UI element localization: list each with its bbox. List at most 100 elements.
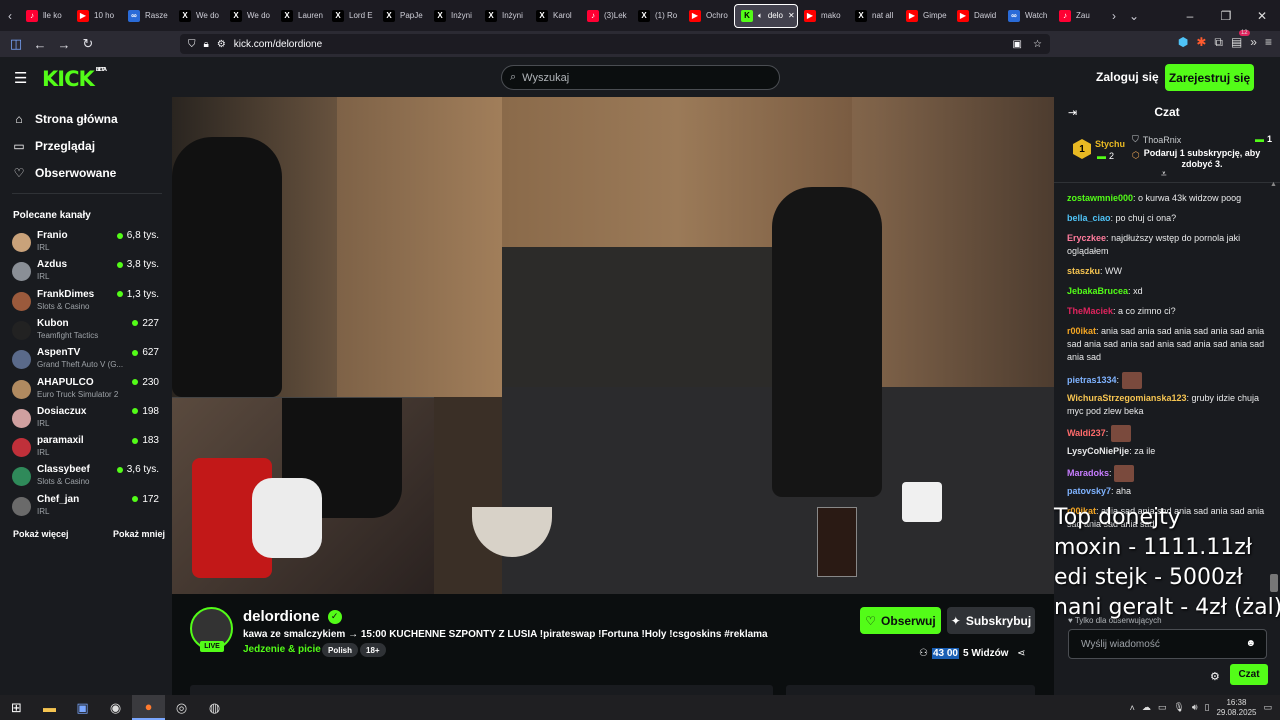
browser-tab[interactable]: ▶ Ochro [683,4,734,28]
nav-home[interactable]: ⌂ Strona główna [13,112,117,126]
browser-tab[interactable]: ∞ Watch [1002,4,1053,28]
nav-following[interactable]: ♡ Obserwowane [13,166,117,180]
chat-send-button[interactable]: Czat [1230,664,1268,685]
url-bar[interactable]: ⛉ 🔒︎ ⚙︎ kick.com/delordione ▣ ☆ [180,34,1050,54]
kick-logo[interactable]: KICK BETA [42,67,107,91]
tab-scroll-left-icon[interactable]: ‹ [0,9,20,23]
channel-item[interactable]: Franio IRL 6,8 tys. [12,230,162,258]
channel-item[interactable]: Dosiaczux IRL 198 [12,406,162,434]
channel-item[interactable]: FrankDimes Slots & Casino 1,3 tys. [12,289,162,317]
app2-icon[interactable]: ◍ [198,695,231,720]
gifter-user[interactable]: ⛉ ThoaRnix [1132,134,1181,145]
show-more-button[interactable]: Pokaż więcej [13,529,69,539]
channel-item[interactable]: AspenTV Grand Theft Auto V (G... 627 [12,347,162,375]
video-player[interactable] [172,97,1054,594]
browser-tab[interactable]: X Inżyni [479,4,530,28]
share-icon[interactable]: ⋖ [1017,648,1025,659]
close-window-icon[interactable]: ✕ [1244,9,1280,23]
show-less-button[interactable]: Pokaż mniej [113,529,165,539]
browser-tab[interactable]: ▶ mako [798,4,849,28]
browser-tab[interactable]: X (1) Ro [632,4,683,28]
ublock-extension-icon[interactable]: ✱ [1196,35,1206,50]
microphone-icon[interactable]: 🎙︎ [1173,702,1184,713]
firefox-icon[interactable]: ● [132,695,165,720]
reader-view-icon[interactable]: ▣ [1013,39,1022,50]
chat-username[interactable]: bella_ciao [1067,213,1111,223]
browser-tab[interactable]: ▶ Gimpe [900,4,951,28]
sidebar-toggle-icon[interactable]: ◫ [4,36,28,52]
browser-tab[interactable]: X Lord E [326,4,377,28]
extensions-icon[interactable]: ⧉ [1214,35,1223,50]
vpn-extension-icon[interactable]: ⬢ [1178,35,1188,50]
network-icon[interactable]: ▭ [1158,702,1167,713]
chat-username[interactable]: Eryczkee [1067,233,1106,243]
file-explorer-icon[interactable]: ▬ [33,695,66,720]
back-icon[interactable]: ← [28,37,52,52]
browser-tab[interactable]: ♪ lle ko [20,4,71,28]
emoji-icon[interactable]: ☻ [1245,638,1256,649]
stream-category[interactable]: Jedzenie & picie [243,644,321,655]
register-button[interactable]: Zarejestruj się [1165,64,1254,91]
chat-username[interactable]: pietras1334 [1067,375,1117,385]
channel-item[interactable]: Classybeef Slots & Casino 3,6 tys. [12,464,162,492]
chat-input[interactable]: Wyślij wiadomość ☻ [1068,629,1267,659]
tab-close-icon[interactable]: ✕ [788,11,795,20]
browser-tab-active[interactable]: K 🔈︎ delo ✕ [734,3,798,28]
scroll-up-icon[interactable]: ▲ [1270,181,1277,188]
browser-tab[interactable]: X PapJe [377,4,428,28]
chat-username[interactable]: TheMaciek [1067,306,1113,316]
browser-tab[interactable]: X We do [173,4,224,28]
nav-browse[interactable]: ▭ Przeglądaj [13,139,95,153]
channel-item[interactable]: Azdus IRL 3,8 tys. [12,259,162,287]
steam-icon[interactable]: ◉ [99,695,132,720]
tab-audio-icon[interactable]: 🔈︎ [758,11,763,21]
chat-username[interactable]: Maradoks [1067,468,1109,478]
tab-scroll-right-icon[interactable]: › [1104,9,1124,23]
browser-tab[interactable]: X Karol [530,4,581,28]
gift-cta[interactable]: Podaruj 1 subskrypcję, aby zdobyć 3. [1132,148,1272,170]
chat-username[interactable]: zostawmnie000 [1067,193,1133,203]
overflow-menu-icon[interactable]: » [1250,35,1257,50]
channel-item[interactable]: Chef_jan IRL 172 [12,494,162,522]
obs-icon[interactable]: ◎ [165,695,198,720]
browser-tab[interactable]: ♪ (3)Lek [581,4,632,28]
tray-expand-icon[interactable]: ˄ [1130,703,1135,713]
shield-icon[interactable]: ⛉ [188,39,196,50]
browser-tab[interactable]: X We do [224,4,275,28]
browser-tab[interactable]: ▶ Dawid [951,4,1002,28]
battery-icon[interactable]: ▯ [1204,702,1209,713]
notifications-extension-icon[interactable]: ▤ 12 [1231,30,1250,50]
channel-name[interactable]: delordione ✓ [243,608,342,625]
windows-start-icon[interactable]: ⊞ [0,695,33,720]
channel-item[interactable]: Kubon Teamfight Tactics 227 [12,318,162,346]
login-button[interactable]: Zaloguj się [1096,70,1159,84]
maximize-icon[interactable]: ❐ [1208,9,1244,23]
reload-icon[interactable]: ↻ [76,36,100,52]
chat-username[interactable]: r00ikat [1067,326,1096,336]
browser-tab[interactable]: ∞ Raszе [122,4,173,28]
lock-icon[interactable]: 🔒︎ [204,39,209,50]
follow-button[interactable]: ♡ Obserwuj [860,607,941,634]
cloud-icon[interactable]: ☁ [1142,702,1151,713]
forward-icon[interactable]: → [52,37,76,52]
notifications-icon[interactable]: ▭ [1263,702,1272,713]
chat-username[interactable]: LysyCoNiePije [1067,446,1129,456]
chat-username[interactable]: patovsky7 [1067,486,1111,496]
browser-tab[interactable]: X Lauren [275,4,326,28]
browser-tab[interactable]: Xnat all [849,4,900,28]
tab-list-dropdown-icon[interactable]: ⌄ [1124,9,1144,23]
leader-user[interactable]: Stychu [1095,139,1125,149]
channel-item[interactable]: AHAPULCO Euro Truck Simulator 2 230 [12,377,162,405]
browser-tab[interactable]: ▶ 10 ho [71,4,122,28]
volume-icon[interactable]: 🔊︎ [1192,702,1198,713]
browser-tab[interactable]: ♪ Zau [1053,4,1104,28]
chat-username[interactable]: Waldi237 [1067,428,1106,438]
menu-icon[interactable]: ☰ [14,69,27,87]
chat-username[interactable]: staszku [1067,266,1100,276]
picture-in-picture[interactable] [172,397,434,594]
channel-item[interactable]: paramaxil IRL 183 [12,435,162,463]
tag-language[interactable]: Polish [322,643,359,657]
hamburger-menu-icon[interactable]: ≡ [1265,35,1272,50]
expand-leaderboard-icon[interactable]: ⩡ [1161,169,1167,180]
permissions-icon[interactable]: ⚙︎ [217,39,226,50]
